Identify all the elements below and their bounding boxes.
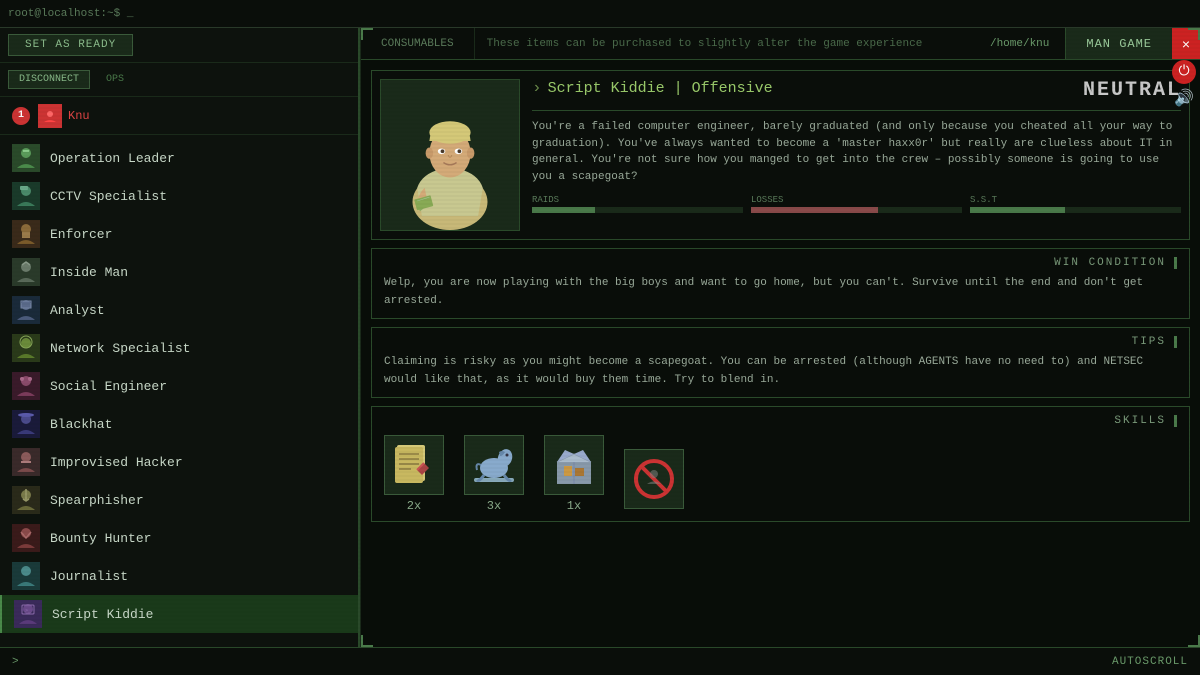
avatar-enforcer xyxy=(12,220,40,248)
char-name-inside-man: Inside Man xyxy=(50,265,128,280)
player-name: Knu xyxy=(68,109,90,123)
header-top-row: › Script Kiddie | Offensive NEUTRAL xyxy=(532,79,1181,102)
char-item-social[interactable]: Social Engineer xyxy=(0,367,358,405)
app-title: root@localhost:~$ _ xyxy=(8,8,133,20)
char-item-journalist[interactable]: Journalist xyxy=(0,557,358,595)
character-portrait xyxy=(380,79,520,231)
char-name-social: Social Engineer xyxy=(50,379,167,394)
skill-item-4 xyxy=(624,449,684,513)
left-panel: SET AS READY DISCONNECT OPS 1 Knu xyxy=(0,28,360,647)
skill-count-2: 3x xyxy=(487,499,501,513)
avatar-script: >_ xyxy=(14,600,42,628)
char-name-script: Script Kiddie xyxy=(52,607,153,622)
skill-item-1: 2x xyxy=(384,435,444,513)
main-container: SET AS READY DISCONNECT OPS 1 Knu xyxy=(0,28,1200,647)
skills-header: SKILLS xyxy=(384,415,1177,427)
char-name-spearphish: Spearphisher xyxy=(50,493,144,508)
char-name-network: Network Specialist xyxy=(50,341,190,356)
player-badge: 1 xyxy=(12,107,30,125)
skill-item-2: 3x xyxy=(464,435,524,513)
char-name-enforcer: Enforcer xyxy=(50,227,112,242)
character-list: Operation Leader CCTV Specialist Enforce… xyxy=(0,135,358,647)
tab-description: These items can be purchased to slightly… xyxy=(475,28,974,59)
control-row: DISCONNECT OPS xyxy=(0,63,358,97)
avatar-journalist xyxy=(12,562,40,590)
avatar-bounty xyxy=(12,524,40,552)
left-panel-header: SET AS READY xyxy=(0,28,358,63)
top-nav-bar: CONSUMABLES These items can be purchased… xyxy=(361,28,1200,60)
char-name-op-leader: Operation Leader xyxy=(50,151,175,166)
sound-button[interactable]: 🔊 xyxy=(1174,88,1194,108)
player-row: 1 Knu xyxy=(0,97,358,135)
char-item-network[interactable]: Network Specialist xyxy=(0,329,358,367)
bottom-bar: > AUTOSCROLL xyxy=(0,647,1200,675)
nav-path: /home/knu xyxy=(974,28,1065,59)
ops-label: OPS xyxy=(106,74,124,85)
avatar-cctv xyxy=(12,182,40,210)
character-header-card: › Script Kiddie | Offensive NEUTRAL You'… xyxy=(371,70,1190,240)
char-name-bounty: Bounty Hunter xyxy=(50,531,151,546)
char-item-op-leader[interactable]: Operation Leader xyxy=(0,139,358,177)
skills-section: SKILLS xyxy=(371,406,1190,522)
skill-item-3: 1x xyxy=(544,435,604,513)
power-button[interactable]: ⏻ xyxy=(1172,60,1196,84)
tips-box: TIPS Claiming is risky as you might beco… xyxy=(371,327,1190,398)
tab-consumables[interactable]: CONSUMABLES xyxy=(361,28,475,59)
char-name-cctv: CCTV Specialist xyxy=(50,189,167,204)
svg-text:>_: >_ xyxy=(25,608,32,614)
man-game-button[interactable]: MAN GAME xyxy=(1065,28,1172,59)
alignment-label: NEUTRAL xyxy=(1083,79,1181,102)
avatar-analyst xyxy=(12,296,40,324)
stat-col: RAIDS xyxy=(532,195,743,213)
avatar-spearphish xyxy=(12,486,40,514)
player-icon xyxy=(38,104,62,128)
content-area: › Script Kiddie | Offensive NEUTRAL You'… xyxy=(361,60,1200,647)
autoscroll-button[interactable]: AUTOSCROLL xyxy=(1112,656,1188,668)
avatar-social xyxy=(12,372,40,400)
char-item-analyst[interactable]: Analyst xyxy=(0,291,358,329)
char-name-blackhat: Blackhat xyxy=(50,417,112,432)
character-description: You're a failed computer engineer, barel… xyxy=(532,119,1181,185)
skill-count-3: 1x xyxy=(567,499,581,513)
char-item-blackhat[interactable]: Blackhat xyxy=(0,405,358,443)
disconnect-button[interactable]: DISCONNECT xyxy=(8,70,90,89)
char-item-cctv[interactable]: CCTV Specialist xyxy=(0,177,358,215)
char-name-journalist: Journalist xyxy=(50,569,128,584)
character-info: › Script Kiddie | Offensive NEUTRAL You'… xyxy=(532,79,1181,231)
stat-col3: S.S.T xyxy=(970,195,1181,213)
tips-text: Claiming is risky as you might become a … xyxy=(384,354,1177,389)
role-arrow: › xyxy=(532,79,542,97)
char-item-bounty[interactable]: Bounty Hunter xyxy=(0,519,358,557)
divider xyxy=(532,110,1181,111)
avatar-improv xyxy=(12,448,40,476)
stat-col2: LOSSES xyxy=(751,195,962,213)
role-title: Script Kiddie | Offensive xyxy=(548,80,773,97)
char-name-analyst: Analyst xyxy=(50,303,105,318)
char-item-inside-man[interactable]: Inside Man xyxy=(0,253,358,291)
win-condition-text: Welp, you are now playing with the big b… xyxy=(384,275,1177,310)
char-item-enforcer[interactable]: Enforcer xyxy=(0,215,358,253)
char-item-improv[interactable]: Improvised Hacker xyxy=(0,443,358,481)
skill-icon-3 xyxy=(544,435,604,495)
avatar-inside-man xyxy=(12,258,40,286)
right-panel: CONSUMABLES These items can be purchased… xyxy=(360,28,1200,647)
top-bar: root@localhost:~$ _ xyxy=(0,0,1200,28)
skills-items: 2x xyxy=(384,435,1177,513)
tips-header: TIPS xyxy=(384,336,1177,348)
char-item-spearphish[interactable]: Spearphisher xyxy=(0,481,358,519)
skill-icon-2 xyxy=(464,435,524,495)
avatar-network xyxy=(12,334,40,362)
char-item-script[interactable]: >_ Script Kiddie xyxy=(0,595,358,633)
win-condition-header: WIN CONDITION xyxy=(384,257,1177,269)
skill-icon-4 xyxy=(624,449,684,509)
win-condition-box: WIN CONDITION Welp, you are now playing … xyxy=(371,248,1190,319)
avatar-op-leader xyxy=(12,144,40,172)
set-as-ready-button[interactable]: SET AS READY xyxy=(8,34,133,56)
char-name-improv: Improvised Hacker xyxy=(50,455,183,470)
terminal-prompt: > xyxy=(12,656,19,668)
stats-row: RAIDS LOSSES S.S.T xyxy=(532,195,1181,213)
skill-icon-1 xyxy=(384,435,444,495)
avatar-blackhat xyxy=(12,410,40,438)
skill-count-1: 2x xyxy=(407,499,421,513)
